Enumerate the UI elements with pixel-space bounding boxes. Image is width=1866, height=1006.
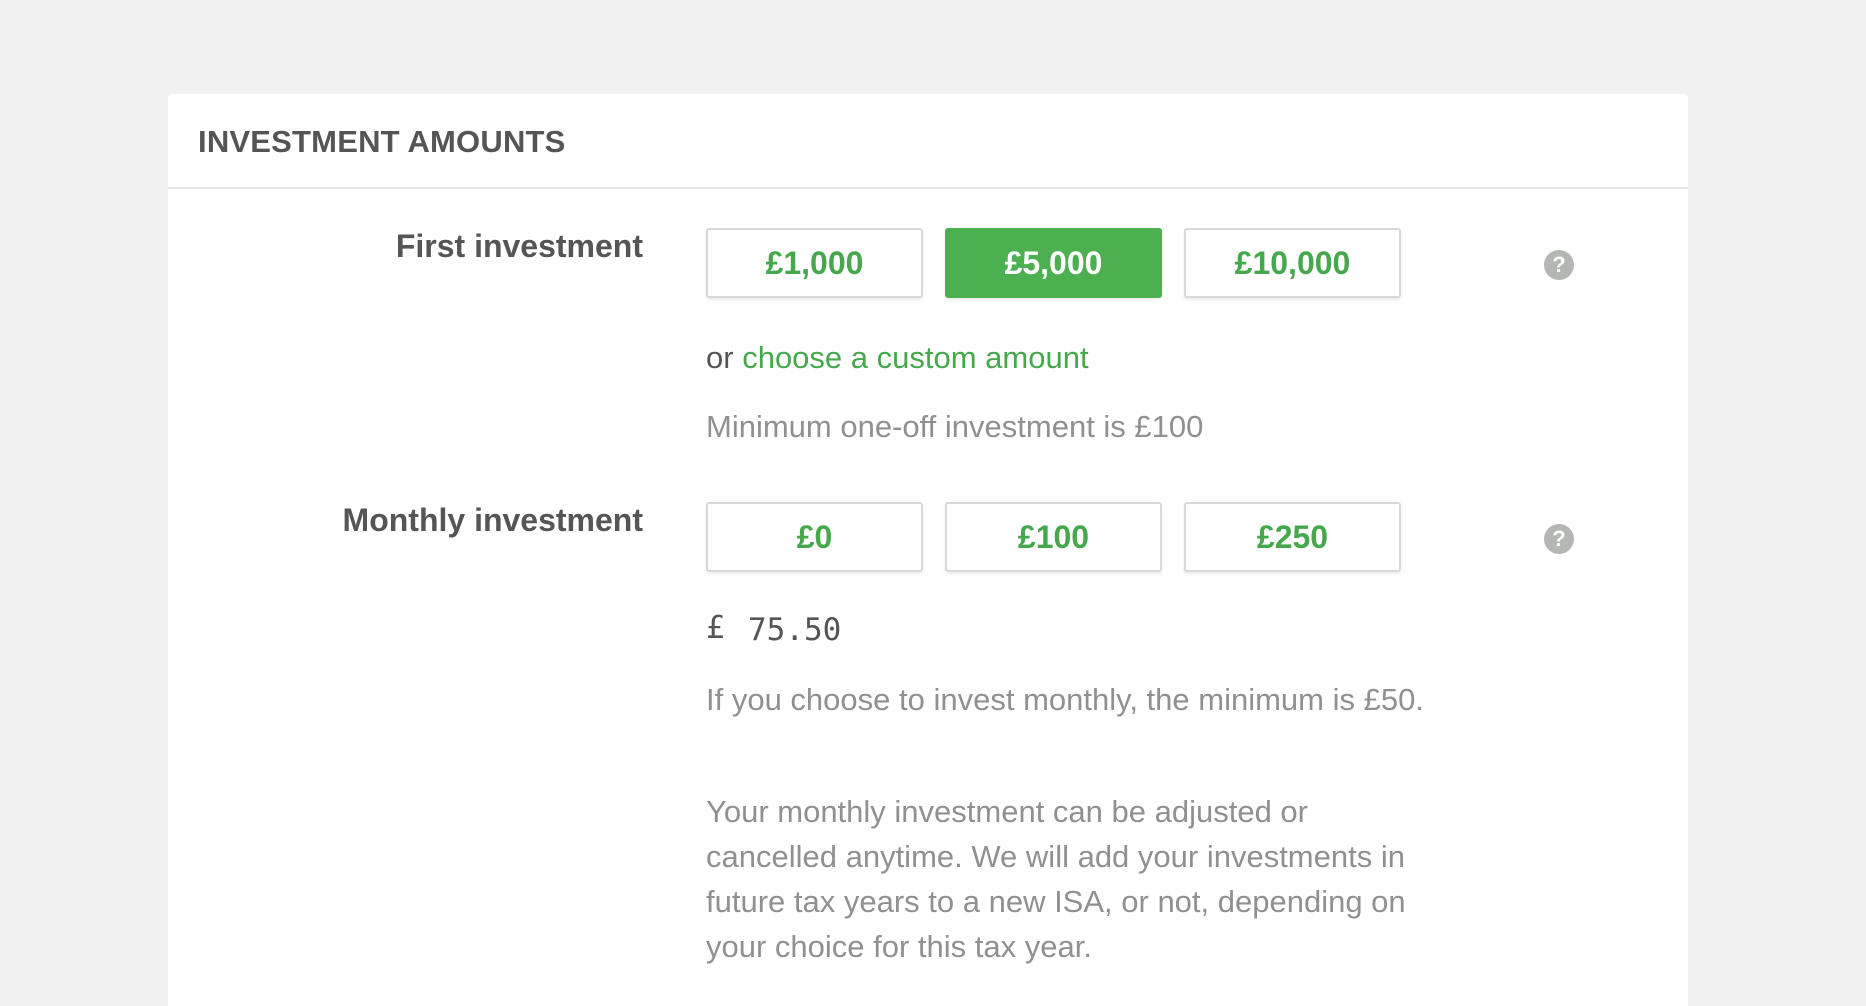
monthly-investment-option-250[interactable]: £250 xyxy=(1184,502,1401,572)
monthly-amount-field[interactable]: £ xyxy=(706,608,1048,652)
currency-symbol: £ xyxy=(706,610,725,646)
first-investment-option-1000[interactable]: £1,000 xyxy=(706,228,923,298)
monthly-investment-option-100[interactable]: £100 xyxy=(945,502,1162,572)
custom-amount-line: or choose a custom amount xyxy=(706,340,1089,376)
first-investment-minimum-hint: Minimum one-off investment is £100 xyxy=(706,409,1204,444)
first-investment-option-10000[interactable]: £10,000 xyxy=(1184,228,1401,298)
section-title: INVESTMENT AMOUNTS xyxy=(198,124,566,159)
first-investment-option-5000[interactable]: £5,000 xyxy=(945,228,1162,298)
monthly-minimum-hint: If you choose to invest monthly, the min… xyxy=(706,682,1424,717)
or-text: or xyxy=(706,340,734,375)
monthly-investment-label-wrap: Monthly investment xyxy=(168,483,643,553)
first-investment-help-icon[interactable]: ? xyxy=(1544,250,1574,280)
monthly-investment-label: Monthly investment xyxy=(342,502,643,538)
monthly-investment-help-icon[interactable]: ? xyxy=(1544,524,1574,554)
monthly-amount-input[interactable] xyxy=(748,610,1048,650)
first-investment-label-wrap: First investment xyxy=(168,209,643,279)
monthly-adjust-hint: Your monthly investment can be adjusted … xyxy=(706,794,1406,964)
card-header: INVESTMENT AMOUNTS xyxy=(168,94,1688,189)
first-investment-label: First investment xyxy=(395,228,643,264)
investment-amounts-card: INVESTMENT AMOUNTS First investment £1,0… xyxy=(168,94,1688,1006)
monthly-investment-option-0[interactable]: £0 xyxy=(706,502,923,572)
choose-custom-amount-link[interactable]: choose a custom amount xyxy=(742,340,1088,375)
